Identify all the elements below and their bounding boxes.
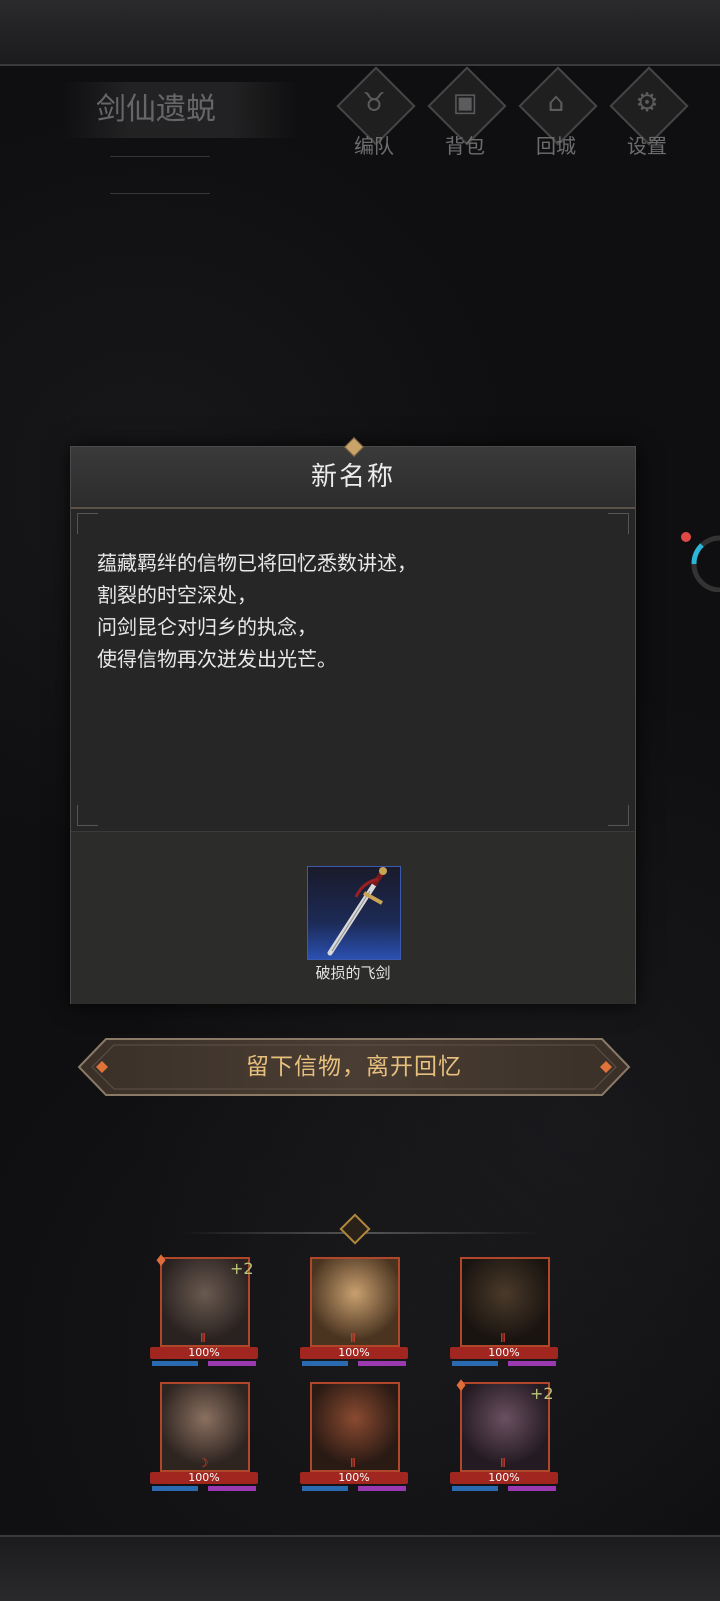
reward-area: 破损的飞剑	[71, 831, 635, 1004]
corner-ornament	[608, 805, 629, 826]
star-icon: Ⅱ	[350, 1456, 356, 1470]
rank-icon: ♦	[453, 1376, 469, 1395]
star-icon: Ⅱ	[350, 1331, 356, 1345]
star-icon: Ⅱ	[500, 1331, 506, 1345]
dialog-line: 使得信物再次迸发出光芒。	[97, 647, 337, 671]
star-icon: Ⅱ	[500, 1456, 506, 1470]
hero-hp: 100%	[300, 1347, 408, 1359]
hero-energy-bars	[150, 1361, 258, 1366]
hero-hp: 100%	[450, 1347, 558, 1359]
dialog-line: 蕴藏羁绊的信物已将回忆悉数讲述，	[97, 551, 417, 575]
star-icon: Ⅱ	[200, 1331, 206, 1345]
dialog-line: 割裂的时空深处，	[97, 583, 257, 607]
star-icon: ☽	[197, 1456, 209, 1470]
corner-ornament	[77, 805, 98, 826]
dialog-header: 新名称	[71, 437, 635, 509]
return-city-label: 回城	[536, 134, 576, 158]
hero-hp: 100%	[150, 1472, 258, 1484]
hero-slot[interactable]: ☽ 100%	[150, 1382, 262, 1498]
formation-button[interactable]: ♉ 编队	[334, 66, 416, 158]
rank-icon: ♦	[153, 1251, 169, 1270]
settings-label: 设置	[627, 134, 667, 158]
leave-memory-label: 留下信物，离开回忆	[246, 1054, 462, 1080]
hero-slot[interactable]: ♦ +2 Ⅱ 100%	[450, 1376, 562, 1498]
leave-memory-button[interactable]: 留下信物，离开回忆	[76, 1036, 632, 1098]
hero-slot[interactable]: ♦ +2 Ⅱ 100%	[150, 1251, 262, 1373]
flying-sword-icon	[327, 867, 387, 956]
dialog-body-text: 蕴藏羁绊的信物已将回忆悉数讲述， 割裂的时空深处， 问剑昆仑对归乡的执念， 使得…	[97, 547, 607, 675]
reward-item-card[interactable]	[307, 866, 401, 960]
hero-energy-bars	[450, 1361, 558, 1366]
hero-energy-bars	[300, 1361, 408, 1366]
map-title: 剑仙遗蜕	[60, 82, 300, 138]
gear-icon: ⚙	[635, 88, 659, 118]
settings-button[interactable]: ⚙ 设置	[607, 66, 689, 158]
hero-hp: 100%	[150, 1347, 258, 1359]
door-icon: ⌂	[547, 88, 565, 118]
hero-energy-bars	[150, 1486, 258, 1491]
bag-icon: ▣	[452, 88, 478, 118]
bag-label: 背包	[445, 134, 485, 158]
dialog-line: 问剑昆仑对归乡的执念，	[97, 615, 317, 639]
hero-plus: +2	[530, 1384, 554, 1403]
hero-slot[interactable]: Ⅱ 100%	[300, 1257, 412, 1373]
hero-hp: 100%	[450, 1472, 558, 1484]
corner-ornament	[608, 513, 629, 534]
hero-energy-bars	[450, 1486, 558, 1491]
reward-item-name: 破损的飞剑	[315, 964, 391, 982]
map-header: 剑仙遗蜕 ♉ 编队 ▣ 背包 ⌂ 回城 ⚙ 设置	[0, 64, 720, 194]
hero-energy-bars	[300, 1486, 408, 1491]
memory-dialog: 新名称 蕴藏羁绊的信物已将回忆悉数讲述， 割裂的时空深处， 问剑昆仑对归乡的执念…	[70, 437, 636, 1004]
ring-icon	[681, 532, 720, 593]
hero-plus: +2	[230, 1259, 254, 1278]
side-progress-indicator[interactable]	[680, 528, 720, 593]
hero-slot[interactable]: Ⅱ 100%	[300, 1382, 412, 1498]
map-subtitle-bar	[110, 156, 210, 194]
formation-label: 编队	[354, 134, 394, 158]
corner-ornament	[77, 513, 98, 534]
ox-head-icon: ♉	[362, 88, 386, 118]
hero-hp: 100%	[300, 1472, 408, 1484]
bottom-frame	[0, 1535, 720, 1601]
bag-button[interactable]: ▣ 背包	[425, 66, 507, 158]
top-frame	[0, 0, 720, 66]
hero-slot[interactable]: Ⅱ 100%	[450, 1257, 562, 1373]
return-city-button[interactable]: ⌂ 回城	[516, 66, 598, 158]
